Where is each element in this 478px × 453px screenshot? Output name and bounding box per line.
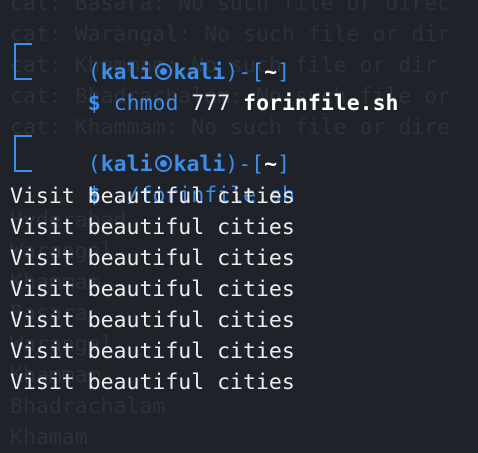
prompt-connector-bottom [14, 64, 32, 80]
output-line: Visit beautiful cities [10, 370, 295, 395]
command-file: forinfile.sh [243, 91, 399, 116]
output-line: Visit beautiful cities [10, 308, 295, 333]
prompt-line-1: (kali kali)-[~] [36, 26, 290, 85]
prompt-connector-top [14, 135, 32, 157]
prompt-connector-bottom [14, 156, 32, 172]
output-line: Visit beautiful cities [10, 215, 295, 240]
output-line: Visit beautiful cities [10, 277, 295, 302]
output-line: Visit beautiful cities [10, 339, 295, 364]
terminal-view[interactable]: (kali kali)-[~] $ chmod 777 forinfile.sh … [0, 0, 478, 420]
command-args: 777 [178, 91, 244, 116]
command-line-1: $ chmod 777 forinfile.sh [36, 57, 399, 116]
prompt-connector-top [14, 43, 32, 65]
prompt-line-2: (kali kali)-[~] [36, 118, 290, 177]
prompt-dollar: $ [87, 91, 101, 116]
command-name: chmod [113, 91, 179, 116]
scrollback-line: Khamam [10, 425, 88, 450]
output-line: Visit beautiful cities [10, 246, 295, 271]
output-line: Visit beautiful cities [10, 184, 295, 209]
command-line-2: $ ./forinfile.sh [36, 149, 295, 208]
